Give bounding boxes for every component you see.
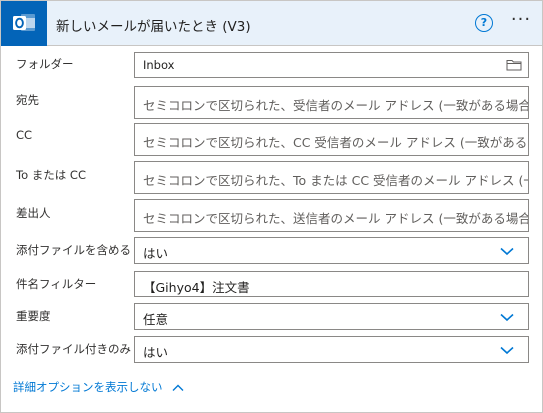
- include-attachments-row: 添付ファイルを含める はい: [1, 237, 542, 264]
- cc-row: CC セミコロンで区切られた、CC 受信者のメール アドレス (一致がある: [1, 123, 542, 156]
- outlook-icon: [1, 1, 47, 46]
- folder-value: Inbox: [143, 58, 175, 72]
- only-with-attachments-select[interactable]: はい: [134, 336, 529, 363]
- card-header[interactable]: 新しいメールが届いたとき (V3) ? ···: [1, 1, 542, 46]
- subject-filter-value: 【Gihyo4】注文書: [143, 280, 250, 295]
- cc-input[interactable]: セミコロンで区切られた、CC 受信者のメール アドレス (一致がある: [134, 123, 529, 156]
- from-row: 差出人 セミコロンで区切られた、送信者のメール アドレス (一致がある場合: [1, 199, 542, 232]
- chevron-down-icon[interactable]: [500, 343, 514, 358]
- importance-select[interactable]: 任意: [134, 303, 529, 330]
- to-or-cc-input[interactable]: セミコロンで区切られた、To または CC 受信者のメール アドレス (一: [134, 161, 529, 194]
- to-label: 宛先: [16, 93, 39, 107]
- from-placeholder: セミコロンで区切られた、送信者のメール アドレス (一致がある場合: [143, 211, 529, 226]
- subject-filter-input[interactable]: 【Gihyo4】注文書: [134, 271, 529, 297]
- trigger-card: 新しいメールが届いたとき (V3) ? ··· フォルダー Inbox 宛先 セ…: [0, 0, 543, 413]
- to-row: 宛先 セミコロンで区切られた、受信者のメール アドレス (一致がある場合: [1, 86, 542, 119]
- chevron-up-icon: [172, 384, 184, 391]
- to-or-cc-row: To または CC セミコロンで区切られた、To または CC 受信者のメール …: [1, 161, 542, 194]
- folder-label: フォルダー: [16, 57, 74, 71]
- subject-filter-label: 件名フィルター: [16, 277, 97, 291]
- to-or-cc-label: To または CC: [16, 168, 86, 182]
- hide-advanced-options-link[interactable]: 詳細オプションを表示しない: [13, 379, 184, 395]
- only-with-attachments-row: 添付ファイル付きのみ はい: [1, 336, 542, 363]
- folder-picker-icon[interactable]: [506, 58, 522, 74]
- chevron-down-icon[interactable]: [500, 310, 514, 325]
- include-attachments-value: はい: [143, 246, 169, 261]
- cc-placeholder: セミコロンで区切られた、CC 受信者のメール アドレス (一致がある: [143, 135, 528, 150]
- help-button[interactable]: ?: [475, 14, 493, 32]
- card-title: 新しいメールが届いたとき (V3): [56, 19, 251, 35]
- folder-field[interactable]: Inbox: [134, 52, 529, 78]
- from-label: 差出人: [16, 206, 51, 220]
- importance-value: 任意: [143, 312, 169, 327]
- importance-row: 重要度 任意: [1, 303, 542, 330]
- include-attachments-label: 添付ファイルを含める: [16, 243, 131, 257]
- from-input[interactable]: セミコロンで区切られた、送信者のメール アドレス (一致がある場合: [134, 199, 529, 232]
- chevron-down-icon[interactable]: [500, 244, 514, 259]
- subject-filter-row: 件名フィルター 【Gihyo4】注文書: [1, 271, 542, 297]
- to-or-cc-placeholder: セミコロンで区切られた、To または CC 受信者のメール アドレス (一: [143, 173, 529, 188]
- to-input[interactable]: セミコロンで区切られた、受信者のメール アドレス (一致がある場合: [134, 86, 529, 119]
- more-options-button[interactable]: ···: [508, 11, 534, 33]
- to-placeholder: セミコロンで区切られた、受信者のメール アドレス (一致がある場合: [143, 98, 529, 113]
- cc-label: CC: [16, 128, 33, 142]
- only-with-attachments-value: はい: [143, 345, 169, 360]
- folder-row: フォルダー Inbox: [1, 52, 542, 78]
- importance-label: 重要度: [16, 309, 51, 323]
- include-attachments-select[interactable]: はい: [134, 237, 529, 264]
- hide-advanced-options-label: 詳細オプションを表示しない: [13, 380, 163, 394]
- only-with-attachments-label: 添付ファイル付きのみ: [16, 342, 131, 356]
